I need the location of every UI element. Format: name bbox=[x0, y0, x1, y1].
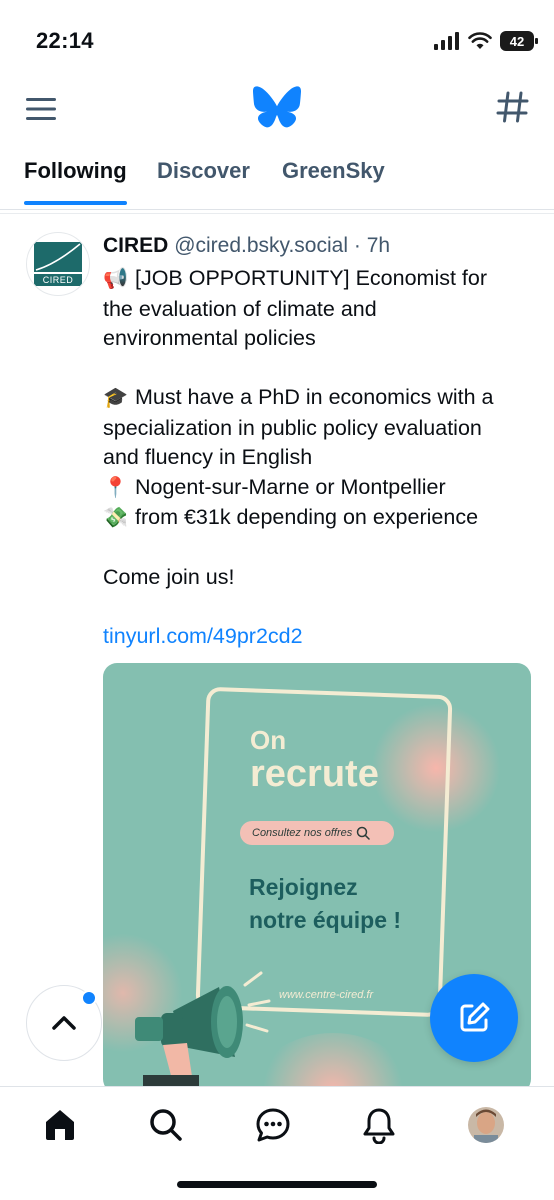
post-text-segment: Nogent-sur-Marne or Montpellier bbox=[134, 474, 446, 499]
poster-glow bbox=[253, 1033, 413, 1086]
chevron-up-icon bbox=[52, 1016, 76, 1030]
tab-following[interactable]: Following bbox=[24, 158, 127, 184]
cired-logo: CIRED bbox=[32, 240, 84, 288]
post-link[interactable]: tinyurl.com/49pr2cd2 bbox=[103, 622, 543, 652]
poster-pill: Consultez nos offres bbox=[240, 821, 394, 845]
poster-website: www.centre-cired.fr bbox=[279, 989, 374, 1001]
separator: · bbox=[353, 234, 361, 257]
post-text-line: 📢 [JOB OPPORTUNITY] Economist for bbox=[103, 264, 543, 295]
post-text-segment: and fluency in English bbox=[103, 445, 313, 469]
bell-icon bbox=[363, 1108, 395, 1144]
status-icons: 42 bbox=[434, 28, 538, 54]
tab-greensky[interactable]: GreenSky bbox=[282, 158, 385, 184]
nav-notifications[interactable] bbox=[359, 1105, 399, 1145]
post-text-line: Come join us! bbox=[103, 563, 543, 593]
post-text-segment: [JOB OPPORTUNITY] Economist for bbox=[134, 266, 488, 290]
author-handle[interactable]: @cired.bsky.social bbox=[174, 234, 348, 257]
app-header bbox=[0, 80, 554, 140]
new-posts-badge bbox=[81, 990, 97, 1006]
post-text-line: environmental policies bbox=[103, 324, 543, 354]
nav-search[interactable] bbox=[146, 1105, 186, 1145]
post-text-segment: environmental policies bbox=[103, 326, 316, 350]
signal-icon bbox=[434, 32, 459, 50]
emoji-icon: 📢 bbox=[103, 268, 128, 290]
butterfly-logo-icon[interactable] bbox=[253, 86, 301, 130]
poster-headline-line1: Rejoignez bbox=[249, 874, 358, 900]
battery-icon: 42 bbox=[500, 31, 538, 51]
avatar-text: CIRED bbox=[42, 275, 74, 285]
post-text: 📢 [JOB OPPORTUNITY] Economist for the eva… bbox=[103, 264, 543, 652]
megaphone-icon bbox=[135, 971, 271, 1086]
post-text-segment: Come join us! bbox=[103, 565, 235, 589]
emoji-icon: 💸 bbox=[103, 507, 128, 529]
poster-pill-text: Consultez nos offres bbox=[252, 827, 353, 839]
post-text-line: 🎓 Must have a PhD in economics with a bbox=[103, 383, 543, 414]
post-text-segment: the evaluation of climate and bbox=[103, 296, 377, 321]
tab-discover[interactable]: Discover bbox=[157, 158, 250, 184]
nav-home[interactable] bbox=[40, 1105, 80, 1145]
home-icon bbox=[46, 1110, 74, 1140]
active-tab-indicator bbox=[24, 201, 127, 205]
post-text-line: and fluency in English bbox=[103, 443, 543, 473]
compose-button[interactable] bbox=[430, 974, 518, 1062]
feed-post[interactable]: CIRED CIRED @cired.bsky.social · 7h 📢 [J… bbox=[0, 214, 554, 1086]
chat-icon bbox=[256, 1108, 290, 1142]
menu-icon[interactable] bbox=[24, 94, 58, 124]
post-header: CIRED @cired.bsky.social · 7h bbox=[103, 234, 390, 258]
emoji-icon: 🎓 bbox=[103, 387, 128, 409]
hash-icon[interactable] bbox=[496, 90, 530, 124]
post-text-segment: Must have a PhD in economics with a bbox=[134, 385, 494, 409]
emoji-icon: 📍 bbox=[103, 476, 128, 499]
home-indicator bbox=[177, 1181, 377, 1188]
search-icon bbox=[150, 1109, 182, 1141]
avatar[interactable]: CIRED bbox=[26, 232, 90, 296]
status-bar: 22:14 42 bbox=[0, 0, 554, 80]
post-text-line: 📍 Nogent-sur-Marne or Montpellier bbox=[103, 473, 543, 504]
post-text-segment: specialization in public policy evaluati… bbox=[103, 415, 482, 440]
post-text-line: 💸 from €31k depending on experience bbox=[103, 503, 543, 534]
search-icon bbox=[357, 826, 371, 840]
post-text-line: specialization in public policy evaluati… bbox=[103, 414, 543, 444]
profile-avatar[interactable] bbox=[468, 1107, 504, 1143]
author-name[interactable]: CIRED bbox=[103, 234, 168, 257]
wifi-icon bbox=[468, 32, 492, 49]
post-text-line: the evaluation of climate and bbox=[103, 295, 543, 325]
post-time: 7h bbox=[366, 234, 391, 257]
post-text-segment: from €31k depending on experience bbox=[134, 505, 479, 529]
poster-on: On bbox=[250, 725, 287, 755]
nav-chat[interactable] bbox=[253, 1105, 293, 1145]
compose-icon bbox=[460, 1002, 490, 1032]
status-time: 22:14 bbox=[36, 28, 94, 53]
feed-tabs: Following Discover GreenSky bbox=[0, 150, 554, 210]
poster-recrute: recrute bbox=[250, 753, 379, 795]
